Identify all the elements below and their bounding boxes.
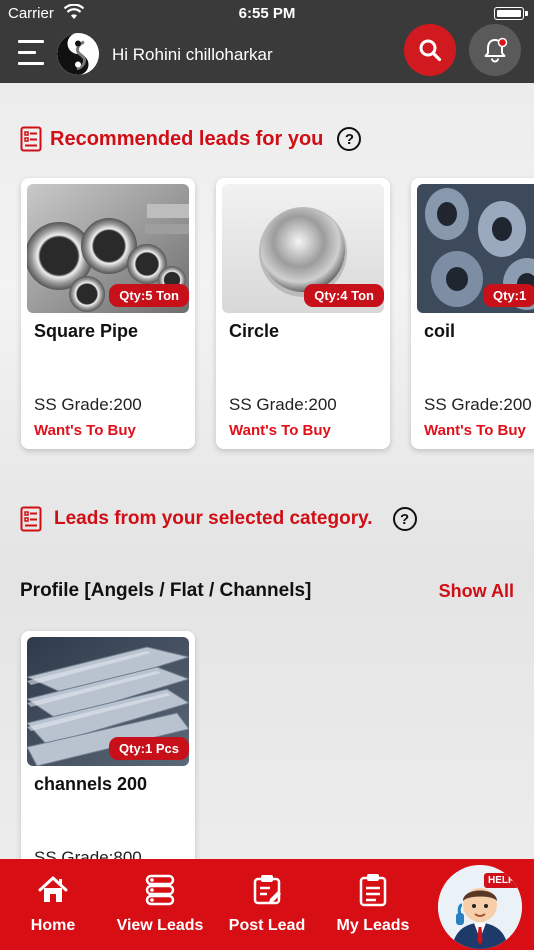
top-bar: Carrier 6:55 PM Hi Rohini chilloharkar bbox=[0, 0, 534, 83]
category-help-icon[interactable]: ? bbox=[392, 507, 417, 531]
lead-intent: Want's To Buy bbox=[34, 422, 136, 439]
nav-my-leads-label: My Leads bbox=[336, 917, 410, 934]
notifications-button[interactable] bbox=[469, 24, 521, 76]
post-lead-icon bbox=[253, 875, 281, 905]
quantity-badge: Qty:1 Pcs bbox=[109, 737, 189, 760]
home-icon bbox=[38, 876, 68, 902]
quantity-badge: Qty:1 bbox=[483, 284, 534, 307]
lead-grade: SS Grade:200 bbox=[34, 395, 142, 414]
nav-view-leads[interactable]: View Leads bbox=[115, 859, 205, 950]
lead-card[interactable]: Qty:4 Ton Circle SS Grade:200 Want's To … bbox=[216, 178, 390, 449]
nav-home-label: Home bbox=[30, 917, 76, 934]
lead-name: channels 200 bbox=[34, 774, 148, 794]
clock: 6:55 PM bbox=[238, 5, 296, 22]
help-badge: HELP bbox=[484, 873, 519, 888]
nav-my-leads[interactable]: My Leads bbox=[334, 859, 412, 950]
nav-post-lead[interactable]: Post Lead bbox=[226, 859, 308, 950]
lead-name: Circle bbox=[229, 321, 280, 341]
bell-icon bbox=[484, 37, 508, 63]
lead-grade: SS Grade:200 bbox=[229, 395, 337, 414]
lead-card[interactable]: Qty:5 Ton Square Pipe SS Grade:200 Want'… bbox=[21, 178, 195, 449]
document-list-icon bbox=[20, 506, 42, 532]
company-logo bbox=[57, 33, 99, 75]
nav-view-leads-label: View Leads bbox=[116, 917, 204, 934]
hamburger-icon[interactable] bbox=[18, 40, 44, 68]
app-root: Carrier 6:55 PM Hi Rohini chilloharkar R… bbox=[0, 0, 534, 950]
lead-intent: Want's To Buy bbox=[424, 422, 526, 439]
search-button[interactable] bbox=[404, 24, 456, 76]
search-icon bbox=[419, 39, 442, 62]
recommended-help-icon[interactable]: ? bbox=[337, 127, 362, 151]
profile-category-title: Profile [Angels / Flat / Channels] bbox=[20, 580, 312, 601]
category-section-title: Leads from your selected category. ? bbox=[20, 506, 417, 532]
nav-post-lead-label: Post Lead bbox=[228, 917, 306, 934]
document-list-icon bbox=[20, 126, 42, 152]
lead-name: coil bbox=[424, 321, 456, 341]
recommended-section-title: Recommended leads for you ? bbox=[20, 126, 362, 152]
my-leads-icon bbox=[359, 874, 387, 907]
battery-icon bbox=[494, 7, 528, 20]
show-all-link[interactable]: Show All bbox=[439, 581, 514, 602]
recommended-title-text: Recommended leads for you bbox=[50, 127, 324, 150]
lead-card[interactable]: Qty:1 coil SS Grade:200 Want's To Buy bbox=[411, 178, 534, 449]
help-assistant-button[interactable]: HELP bbox=[438, 865, 522, 949]
lead-intent: Want's To Buy bbox=[229, 422, 331, 439]
quantity-badge: Qty:4 Ton bbox=[304, 284, 384, 307]
lead-grade: SS Grade:200 bbox=[424, 395, 532, 414]
quantity-badge: Qty:5 Ton bbox=[109, 284, 189, 307]
category-title-text: Leads from your selected category. bbox=[54, 508, 373, 529]
view-leads-icon bbox=[145, 874, 175, 906]
lead-name: Square Pipe bbox=[34, 321, 139, 341]
nav-home[interactable]: Home bbox=[18, 859, 88, 950]
greeting-text: Hi Rohini chilloharkar bbox=[112, 45, 273, 64]
status-bar: Carrier 6:55 PM bbox=[0, 0, 534, 28]
